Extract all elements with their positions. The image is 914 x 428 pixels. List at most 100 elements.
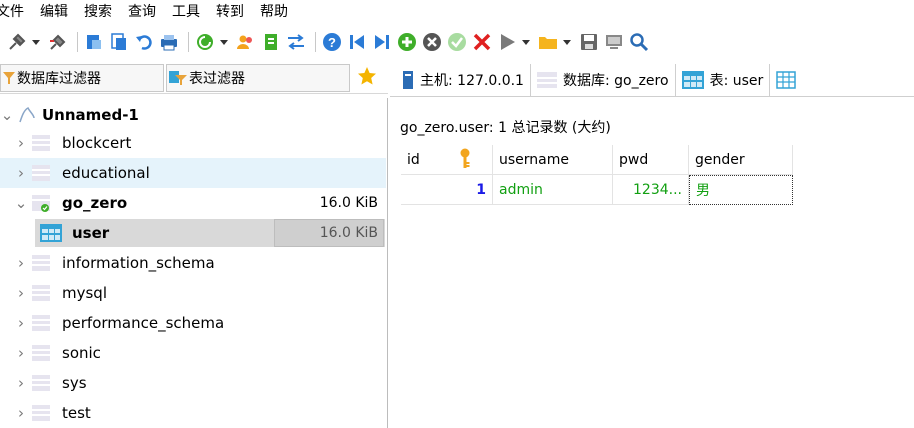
database-filter-placeholder: 数据库过滤器 (17, 71, 101, 87)
first-record-icon[interactable] (346, 31, 368, 53)
database-size: 16.0 KiB (319, 195, 378, 211)
chevron-right-icon[interactable]: › (14, 134, 28, 152)
connection-icon (18, 106, 36, 124)
database-active-icon (32, 193, 50, 213)
run-dropdown-icon[interactable] (521, 31, 531, 53)
add-record-icon[interactable] (396, 31, 418, 53)
post-record-icon[interactable] (446, 31, 468, 53)
chevron-right-icon[interactable]: › (14, 284, 28, 302)
menu-goto[interactable]: 转到 (216, 1, 244, 21)
table-row[interactable]: 1 admin 1234... 男 (401, 175, 793, 205)
chevron-right-icon[interactable]: › (14, 404, 28, 422)
refresh-icon[interactable] (194, 31, 216, 53)
table-filter-input[interactable]: 表过滤器 (166, 64, 350, 92)
cell-pwd[interactable]: 1234... (613, 175, 689, 205)
column-header-label: id (407, 151, 420, 168)
last-record-icon[interactable] (371, 31, 393, 53)
tree-item-mysql[interactable]: › mysql (0, 278, 386, 308)
tab-label: 主机: 127.0.0.1 (420, 73, 524, 89)
cell-gender[interactable]: 男 (689, 175, 793, 205)
new-table-icon[interactable] (83, 31, 105, 53)
tab-table[interactable]: 表: user (676, 64, 771, 96)
save-icon[interactable] (578, 31, 600, 53)
tab-bar: 主机: 127.0.0.1 数据库: go_zero 表: user (396, 64, 914, 96)
toolbar-separator (188, 32, 189, 52)
tree-item-test[interactable]: › test (0, 398, 386, 428)
tree-item-label: blockcert (62, 134, 132, 152)
tree-item-go_zero[interactable]: ⌄ go_zero 16.0 KiB (0, 188, 386, 218)
star-icon (357, 66, 377, 90)
chevron-right-icon[interactable]: › (14, 344, 28, 362)
tree-item-label: educational (62, 164, 150, 182)
data-grid-icon (776, 71, 797, 89)
tree-item-label: go_zero (62, 194, 128, 212)
data-grid: id username pwd gender 1 admin 1234... 男 (401, 145, 793, 205)
chevron-down-icon[interactable]: ⌄ (0, 106, 14, 124)
column-header-id[interactable]: id (401, 145, 493, 175)
cell-id[interactable]: 1 (401, 175, 493, 205)
tree-item-label: performance_schema (62, 314, 225, 332)
tree-item-sys[interactable]: › sys (0, 368, 386, 398)
menu-edit[interactable]: 编辑 (40, 1, 68, 21)
chevron-right-icon[interactable]: › (14, 374, 28, 392)
cancel-record-icon[interactable] (471, 31, 493, 53)
tab-data[interactable] (770, 64, 809, 96)
folder-dropdown-icon[interactable] (562, 31, 572, 53)
help-icon[interactable]: ? (321, 31, 343, 53)
tree-item-user-table[interactable]: user 16.0 KiB (0, 218, 386, 248)
column-header-gender[interactable]: gender (689, 145, 793, 175)
database-icon (32, 373, 50, 393)
chevron-right-icon[interactable]: › (14, 254, 28, 272)
refresh-dropdown-icon[interactable] (219, 31, 229, 53)
menu-bar: 文件 编辑 搜索 查询 工具 转到 帮助 (0, 0, 914, 22)
compare-icon[interactable] (285, 31, 307, 53)
chevron-right-icon[interactable]: › (14, 314, 28, 332)
object-tree: ⌄ Unnamed-1 › blockcert › educational ⌄ … (0, 98, 388, 428)
menu-tools[interactable]: 工具 (172, 1, 200, 21)
tree-item-sonic[interactable]: › sonic (0, 338, 386, 368)
server-icon[interactable] (603, 31, 625, 53)
tab-host[interactable]: 主机: 127.0.0.1 (396, 64, 531, 96)
toolbar: ? (0, 26, 914, 58)
toolbar-separator (315, 32, 316, 52)
column-header-pwd[interactable]: pwd (613, 145, 689, 175)
table-icon (681, 70, 704, 90)
menu-search[interactable]: 搜索 (84, 1, 112, 21)
database-icon (32, 343, 50, 363)
database-filter-input[interactable]: 数据库过滤器 (0, 64, 164, 92)
undo-icon[interactable] (133, 31, 155, 53)
run-query-icon[interactable] (496, 31, 518, 53)
export-icon[interactable] (260, 31, 282, 53)
menu-query[interactable]: 查询 (128, 1, 156, 21)
menu-help[interactable]: 帮助 (260, 1, 288, 21)
tree-root-connection[interactable]: ⌄ Unnamed-1 (0, 100, 386, 130)
folder-icon[interactable] (537, 31, 559, 53)
funnel-icon (3, 71, 15, 85)
cell-username[interactable]: admin (493, 175, 613, 205)
tree-item-educational[interactable]: › educational (0, 158, 386, 188)
tree-item-blockcert[interactable]: › blockcert (0, 128, 386, 158)
print-icon[interactable] (158, 31, 180, 53)
disconnect-icon[interactable] (47, 31, 69, 53)
object-browser-filters: 数据库过滤器 表过滤器 (0, 64, 388, 94)
table-filter-placeholder: 表过滤器 (189, 71, 245, 87)
tree-item-information_schema[interactable]: › information_schema (0, 248, 386, 278)
menu-file[interactable]: 文件 (0, 1, 24, 21)
user-manager-icon[interactable] (235, 31, 257, 53)
delete-record-icon[interactable] (421, 31, 443, 53)
connect-icon[interactable] (6, 31, 28, 53)
toolbar-separator (77, 32, 78, 52)
database-icon (32, 253, 50, 273)
tree-item-performance_schema[interactable]: › performance_schema (0, 308, 386, 338)
host-icon (402, 70, 414, 90)
column-header-username[interactable]: username (493, 145, 613, 175)
chevron-down-icon[interactable]: ⌄ (14, 194, 28, 212)
copy-table-icon[interactable] (108, 31, 130, 53)
tree-item-label: user (72, 224, 110, 242)
favorites-button[interactable] (350, 64, 384, 92)
chevron-right-icon[interactable]: › (14, 164, 28, 182)
svg-text:?: ? (328, 35, 336, 50)
connect-dropdown-icon[interactable] (31, 31, 41, 53)
search-icon[interactable] (628, 31, 650, 53)
tab-database[interactable]: 数据库: go_zero (531, 64, 676, 96)
